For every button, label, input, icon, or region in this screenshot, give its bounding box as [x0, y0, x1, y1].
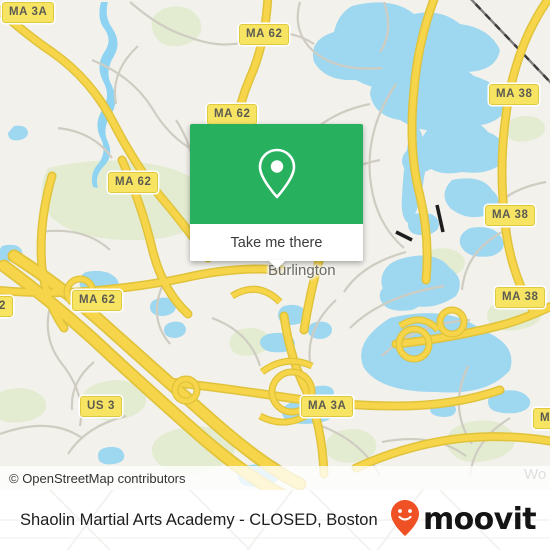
road-shield[interactable]: 2: [0, 296, 13, 317]
popup-pin-panel: [190, 124, 363, 224]
road-shield[interactable]: MA 38: [489, 84, 540, 105]
location-pin-icon: [255, 147, 299, 201]
road-shield[interactable]: US 3: [80, 396, 122, 417]
road-shield[interactable]: MA 62: [239, 24, 290, 45]
location-popup-card[interactable]: Take me there: [190, 124, 363, 269]
road-shield[interactable]: MA 38: [495, 287, 546, 308]
road-shield[interactable]: MA 3A: [2, 2, 55, 23]
road-shield[interactable]: MA: [533, 408, 550, 429]
attribution-text: © OpenStreetMap contributors: [9, 470, 186, 486]
road-shield[interactable]: MA 38: [485, 205, 536, 226]
popup-pointer-tail: [267, 260, 286, 269]
map-canvas[interactable]: MA 3A MA 62 MA 62 MA 38 MA 62 MA 38 2 MA…: [0, 0, 550, 490]
moovit-pin-icon: [390, 499, 420, 542]
moovit-wordmark: moovit: [422, 502, 537, 537]
take-me-there-button[interactable]: Take me there: [190, 224, 363, 261]
road-shield[interactable]: MA 62: [72, 290, 123, 311]
road-shield[interactable]: MA 62: [207, 104, 258, 125]
page-title: Shaolin Martial Arts Academy - CLOSED, B…: [20, 510, 378, 529]
road-shield[interactable]: MA 62: [108, 172, 159, 193]
road-shield[interactable]: MA 3A: [301, 396, 354, 417]
map-attribution: © OpenStreetMap contributors: [0, 466, 550, 490]
footer-bar: Shaolin Martial Arts Academy - CLOSED, B…: [0, 490, 550, 550]
moovit-logo[interactable]: moovit: [390, 490, 537, 550]
